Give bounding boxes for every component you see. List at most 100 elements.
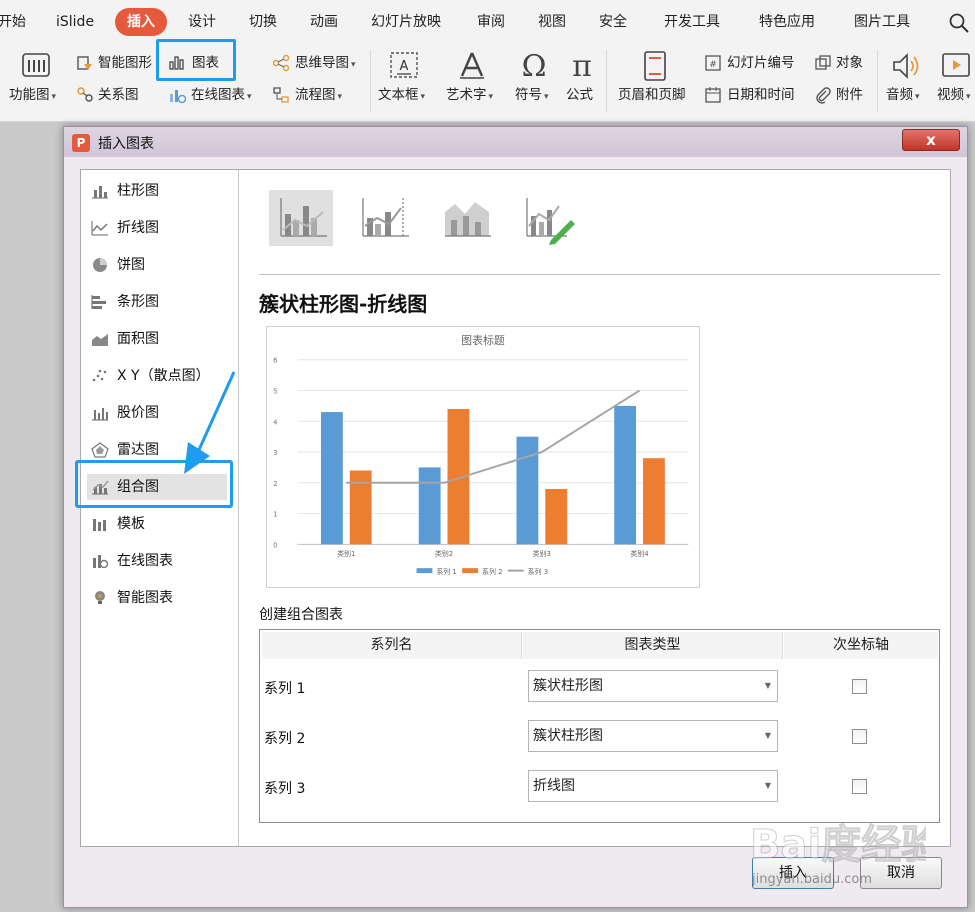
legend-swatch xyxy=(416,568,433,574)
y-tick-label: 1 xyxy=(273,511,277,519)
close-button[interactable]: x xyxy=(902,129,960,151)
caret-down-icon: ▾ xyxy=(247,92,252,102)
insert-chart-dialog: P 插入图表 x 柱形图 折线图 饼图 条形图 面积图 X Y（散点图） 股价图… xyxy=(63,126,968,908)
nav-item-template[interactable]: 模板 xyxy=(87,511,227,537)
nav-item-column-chart[interactable]: 柱形图 xyxy=(87,178,227,204)
mind-map-button[interactable]: 思维导图 ▾ xyxy=(295,54,356,74)
video-button[interactable]: 视频 ▾ xyxy=(937,86,971,106)
caret-down-icon: ▾ xyxy=(488,92,494,102)
y-tick-label: 3 xyxy=(273,449,277,457)
header-footer-icon[interactable] xyxy=(640,50,670,82)
y-tick-label: 0 xyxy=(273,541,277,549)
line-series xyxy=(346,389,641,484)
nav-item-smart-chart[interactable]: 智能图表 xyxy=(87,585,227,611)
nav-item-online-chart[interactable]: 在线图表 xyxy=(87,548,227,574)
series-2-type-select[interactable]: 簇状柱形图 ▼ xyxy=(528,720,778,752)
series-1-secondary-checkbox[interactable] xyxy=(852,679,867,694)
bar xyxy=(349,470,372,545)
nav-item-pie-chart[interactable]: 饼图 xyxy=(87,252,227,278)
calendar-icon xyxy=(705,87,721,103)
tab-transition[interactable]: 切换 xyxy=(249,8,277,36)
series-1-type-select[interactable]: 簇状柱形图 ▼ xyxy=(528,670,778,702)
tab-home[interactable]: 开始 xyxy=(0,8,26,36)
svg-text:Ω: Ω xyxy=(522,50,547,80)
smart-shape-button[interactable]: 智能图形 xyxy=(98,54,152,72)
bar xyxy=(643,458,665,545)
header-chart-type: 图表类型 xyxy=(523,632,783,659)
word-art-icon[interactable] xyxy=(456,50,488,80)
audio-button[interactable]: 音频 ▾ xyxy=(886,86,920,106)
date-time-button[interactable]: 日期和时间 xyxy=(727,86,795,104)
tab-picture-tools[interactable]: 图片工具 xyxy=(854,8,910,36)
menu-tabs: 开始 iSlide 插入 设计 切换 动画 幻灯片放映 审阅 视图 安全 开发工… xyxy=(0,8,975,38)
word-art-button[interactable]: 艺术字 ▾ xyxy=(446,86,493,106)
text-box-icon[interactable]: A xyxy=(388,50,420,80)
formula-icon[interactable]: π xyxy=(565,50,599,80)
symbol-button[interactable]: 符号 ▾ xyxy=(515,86,549,106)
tab-view[interactable]: 视图 xyxy=(538,8,566,36)
symbol-icon[interactable]: Ω xyxy=(517,50,551,80)
tab-design[interactable]: 设计 xyxy=(188,8,216,36)
online-chart-icon xyxy=(170,90,186,104)
header-secondary-axis: 次坐标轴 xyxy=(784,632,938,659)
search-icon[interactable] xyxy=(948,12,970,34)
audio-icon[interactable] xyxy=(890,50,922,82)
series-3-type-select[interactable]: 折线图 ▼ xyxy=(528,770,778,802)
legend-label: 系列 2 xyxy=(482,567,503,576)
column-chart-icon xyxy=(92,186,108,199)
smart-shape-icon xyxy=(77,56,92,70)
chart-highlight xyxy=(156,39,236,81)
thumb-stacked-area-column-icon[interactable] xyxy=(433,190,497,246)
function-chart-icon[interactable] xyxy=(20,50,52,80)
dialog-body: 柱形图 折线图 饼图 条形图 面积图 X Y（散点图） 股价图 雷达图 组合图 … xyxy=(75,169,951,847)
series-3-secondary-checkbox[interactable] xyxy=(852,779,867,794)
x-tick-label: 类别2 xyxy=(435,549,453,558)
tab-islide[interactable]: iSlide xyxy=(56,8,94,36)
flow-chart-button[interactable]: 流程图 ▾ xyxy=(295,86,342,106)
thumb-cluster-column-line-secondary-icon[interactable] xyxy=(351,190,415,246)
online-chart-button[interactable]: 在线图表 ▾ xyxy=(191,86,252,106)
annotation-arrow-icon xyxy=(184,371,236,474)
caret-down-icon: ▾ xyxy=(337,92,343,102)
x-tick-label: 类别4 xyxy=(630,549,649,558)
cancel-button[interactable]: 取消 xyxy=(860,857,942,889)
tab-security[interactable]: 安全 xyxy=(599,8,627,36)
svg-text:π: π xyxy=(572,50,592,80)
tab-developer[interactable]: 开发工具 xyxy=(664,8,720,36)
thumb-cluster-column-line-icon[interactable] xyxy=(269,190,333,246)
relation-chart-button[interactable]: 关系图 xyxy=(98,86,139,104)
formula-button[interactable]: 公式 xyxy=(566,86,593,104)
nav-item-area-chart[interactable]: 面积图 xyxy=(87,326,227,352)
tab-special[interactable]: 特色应用 xyxy=(759,8,815,36)
stock-chart-icon xyxy=(92,408,108,421)
chart-x-ticks: 类别1 类别2 类别3 类别4 xyxy=(337,549,649,558)
nav-item-bar-chart[interactable]: 条形图 xyxy=(87,289,227,315)
caret-down-icon: ▾ xyxy=(915,92,920,102)
function-chart-button[interactable]: 功能图 ▾ xyxy=(9,86,56,106)
text-box-button[interactable]: 文本框 ▾ xyxy=(378,86,425,106)
nav-item-line-chart[interactable]: 折线图 xyxy=(87,215,227,241)
chart-category-list: 柱形图 折线图 饼图 条形图 面积图 X Y（散点图） 股价图 雷达图 组合图 … xyxy=(75,170,239,846)
series-2-secondary-checkbox[interactable] xyxy=(852,729,867,744)
attachment-button[interactable]: 附件 xyxy=(836,86,863,104)
object-icon xyxy=(815,55,831,70)
ribbon-separator xyxy=(877,50,878,112)
area-chart-icon xyxy=(92,334,108,346)
header-footer-button[interactable]: 页眉和页脚 xyxy=(618,86,686,104)
header-series-name: 系列名 xyxy=(262,632,522,659)
slide-number-button[interactable]: 幻灯片编号 xyxy=(727,54,795,72)
bar xyxy=(418,467,441,545)
app-logo-icon: P xyxy=(72,134,90,152)
tab-insert[interactable]: 插入 xyxy=(115,8,167,36)
tab-animation[interactable]: 动画 xyxy=(310,8,338,36)
object-button[interactable]: 对象 xyxy=(836,54,863,72)
tab-review[interactable]: 审阅 xyxy=(477,8,505,36)
tab-slideshow[interactable]: 幻灯片放映 xyxy=(371,8,441,36)
chart-bars xyxy=(320,405,665,545)
caret-down-icon: ▾ xyxy=(351,60,356,70)
chart-preview: 图表标题 0 1 2 3 4 5 6 类别1 类别2 类别3 类别4 系列 1 系列 2 系列 3 xyxy=(266,326,700,588)
video-icon[interactable] xyxy=(940,50,972,82)
thumb-custom-combo-icon[interactable] xyxy=(515,190,579,246)
dialog-title-bar[interactable]: P 插入图表 x xyxy=(64,127,967,157)
y-tick-label: 2 xyxy=(273,480,277,488)
